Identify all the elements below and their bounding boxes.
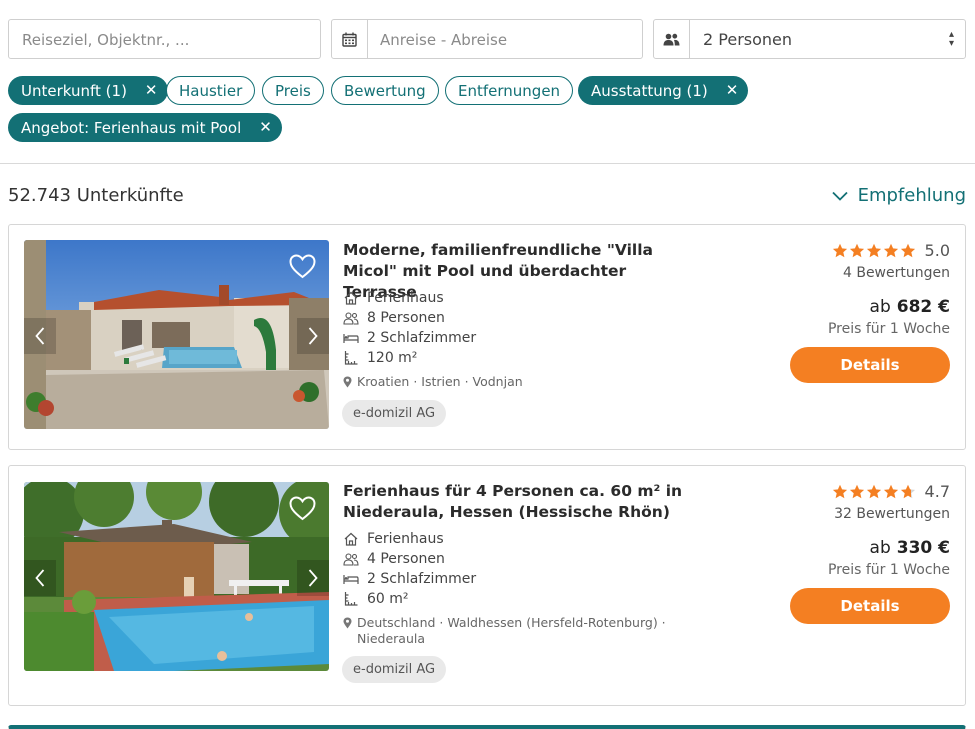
- rating: 4.7: [832, 482, 950, 501]
- heart-icon[interactable]: [289, 496, 316, 525]
- star-icon: [883, 243, 898, 258]
- star-icon: [849, 484, 864, 499]
- price-prefix: ab: [869, 297, 891, 317]
- filter-chip-label: Bewertung: [344, 81, 426, 100]
- attr-bedrooms: 2 Schlafzimmer: [343, 569, 476, 589]
- area-icon: [344, 592, 358, 606]
- attr-area: 120 m²: [343, 348, 476, 368]
- star-icon: [832, 484, 847, 499]
- listing-location: Kroatien · Istrien · Vodnjan: [343, 374, 683, 390]
- filter-chip-label: Preis: [275, 81, 311, 100]
- price-note: Preis für 1 Woche: [827, 562, 950, 578]
- area-icon: [344, 351, 358, 365]
- filter-chip-entfernungen[interactable]: Entfernungen: [445, 76, 574, 105]
- attr-persons: 4 Personen: [343, 549, 476, 569]
- close-icon[interactable]: ✕: [726, 83, 739, 98]
- chevron-right-icon[interactable]: [297, 560, 329, 596]
- filter-chip-preis[interactable]: Preis: [262, 76, 324, 105]
- listing-attributes: Ferienhaus 8 Personen 2 Schlafzimmer 120…: [343, 288, 476, 368]
- star-icon: [900, 484, 915, 499]
- destination-placeholder: Reiseziel, Objektnr., ...: [22, 31, 190, 49]
- price-value: 330 €: [896, 538, 950, 558]
- dates-placeholder: Anreise - Abreise: [380, 31, 508, 49]
- provider-badge: e-domizil AG: [342, 400, 447, 427]
- review-count[interactable]: 4 Bewertungen: [843, 265, 950, 281]
- listing-card[interactable]: Ferienhaus für 4 Personen ca. 60 m² in N…: [8, 465, 966, 706]
- persons-select[interactable]: 2 Personen ▴ ▾: [653, 19, 966, 59]
- listing-location: Deutschland · Waldhessen (Hersfeld-Roten…: [343, 615, 683, 647]
- listing-photo[interactable]: [24, 482, 329, 671]
- attr-bedrooms: 2 Schlafzimmer: [343, 328, 476, 348]
- listing-card[interactable]: Moderne, familienfreundliche "Villa Mico…: [8, 224, 966, 450]
- select-arrows-icon: ▴ ▾: [948, 29, 954, 49]
- chevron-left-icon[interactable]: [24, 560, 56, 596]
- house-icon: [344, 532, 358, 546]
- house-icon: [344, 291, 358, 305]
- rating: 5.0: [832, 241, 950, 260]
- date-range-input[interactable]: Anreise - Abreise: [331, 19, 643, 59]
- attr-persons: 8 Personen: [343, 308, 476, 328]
- search-bar: Reiseziel, Objektnr., ... Anreise - Abre…: [8, 19, 966, 59]
- filter-chip-label: Haustier: [179, 81, 243, 100]
- people-icon: [343, 311, 359, 325]
- star-icon: [866, 484, 881, 499]
- close-icon[interactable]: ✕: [145, 83, 158, 98]
- chevron-left-icon[interactable]: [24, 318, 56, 354]
- rating-value: 4.7: [924, 482, 950, 501]
- people-icon: [654, 20, 690, 58]
- listing-attributes: Ferienhaus 4 Personen 2 Schlafzimmer 60 …: [343, 529, 476, 609]
- sort-label: Empfehlung: [857, 185, 966, 206]
- review-count[interactable]: 32 Bewertungen: [834, 506, 950, 522]
- attr-type: Ferienhaus: [343, 288, 476, 308]
- details-button[interactable]: Details: [790, 347, 950, 383]
- filter-chip-unterkunft[interactable]: Unterkunft (1) ✕: [8, 76, 168, 105]
- price-value: 682 €: [896, 297, 950, 317]
- calendar-icon: [332, 20, 368, 58]
- star-icon: [866, 243, 881, 258]
- filter-chip-label: Unterkunft (1): [21, 81, 127, 100]
- chevron-right-icon[interactable]: [297, 318, 329, 354]
- listing-card[interactable]: [8, 725, 966, 729]
- location-pin-icon: [343, 617, 352, 629]
- price-prefix: ab: [869, 538, 891, 558]
- price: ab 682 €: [870, 297, 950, 317]
- people-icon: [343, 552, 359, 566]
- rating-stars: [832, 243, 917, 258]
- destination-input[interactable]: Reiseziel, Objektnr., ...: [8, 19, 321, 59]
- star-icon: [832, 243, 847, 258]
- bed-icon: [343, 575, 359, 584]
- sort-dropdown[interactable]: Empfehlung: [831, 185, 966, 206]
- attr-type: Ferienhaus: [343, 529, 476, 549]
- filter-chip-angebot[interactable]: Angebot: Ferienhaus mit Pool ✕: [8, 113, 282, 142]
- rating-stars: [832, 484, 917, 499]
- persons-value: 2 Personen: [703, 30, 793, 49]
- cabin-pool-photo: [24, 482, 329, 671]
- filter-chip-label: Entfernungen: [458, 81, 561, 100]
- star-icon: [883, 484, 898, 499]
- filter-chip-ausstattung[interactable]: Ausstattung (1) ✕: [578, 76, 749, 105]
- results-count: 52.743 Unterkünfte: [8, 185, 184, 206]
- filter-chip-bewertung[interactable]: Bewertung: [331, 76, 439, 105]
- listing-photo[interactable]: [24, 240, 329, 429]
- divider: [0, 163, 975, 164]
- price: ab 330 €: [870, 538, 950, 558]
- details-button[interactable]: Details: [790, 588, 950, 624]
- rating-value: 5.0: [924, 241, 950, 260]
- location-pin-icon: [343, 376, 352, 388]
- star-icon: [900, 243, 915, 258]
- attr-area: 60 m²: [343, 589, 476, 609]
- filter-chip-label: Angebot: Ferienhaus mit Pool: [21, 118, 242, 137]
- provider-badge: e-domizil AG: [342, 656, 447, 683]
- close-icon[interactable]: ✕: [259, 120, 272, 135]
- filter-chip-haustier[interactable]: Haustier: [166, 76, 256, 105]
- listing-title[interactable]: Ferienhaus für 4 Personen ca. 60 m² in N…: [343, 481, 703, 523]
- villa-pool-photo: [24, 240, 329, 429]
- star-icon: [849, 243, 864, 258]
- bed-icon: [343, 334, 359, 343]
- filter-chip-label: Ausstattung (1): [591, 81, 708, 100]
- price-note: Preis für 1 Woche: [827, 321, 950, 337]
- heart-icon[interactable]: [289, 254, 316, 283]
- chevron-down-icon: [831, 191, 848, 201]
